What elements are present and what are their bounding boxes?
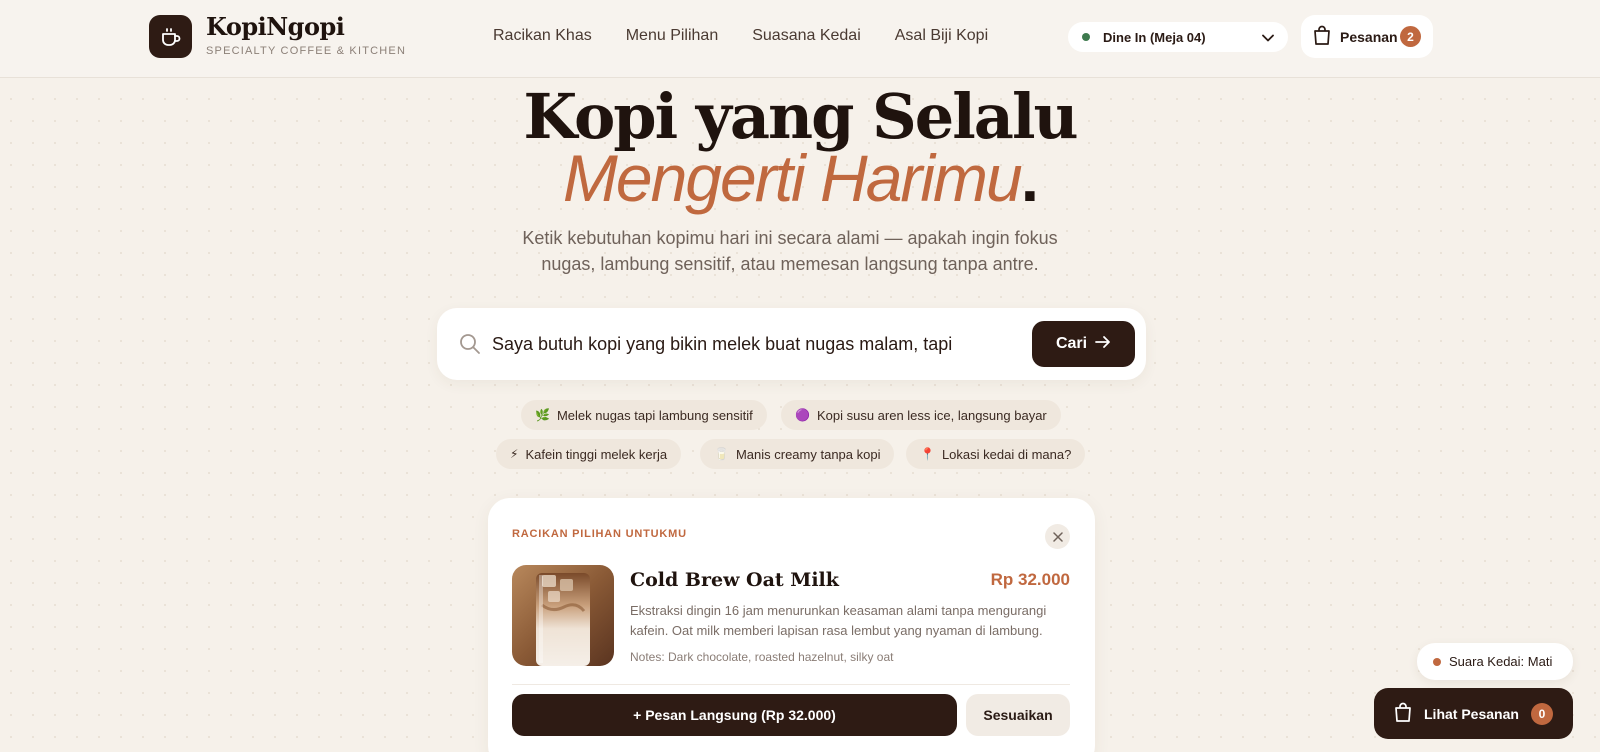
product-description: Ekstraksi dingin 16 jam menurunkan keasa… xyxy=(630,603,1047,638)
product-notes: Notes: Dark chocolate, roasted hazelnut,… xyxy=(630,650,894,664)
cart-label: Pesanan xyxy=(1340,28,1398,45)
search-bar: Cari xyxy=(437,308,1146,380)
suggestion-chip[interactable]: 📍 Lokasi kedai di mana? xyxy=(906,439,1086,469)
shopping-bag-icon xyxy=(1313,25,1331,48)
main-nav: Racikan Khas Menu Pilihan Suasana Kedai … xyxy=(493,27,988,45)
recommendation-card: RACIKAN PILIHAN UNTUKMU Cold Brew Oat Mi… xyxy=(488,498,1095,752)
suggestion-chip[interactable]: ⚡ Kafein tinggi melek kerja xyxy=(496,439,682,469)
purple-circle-icon: 🟣 xyxy=(795,408,810,422)
dine-in-selected-value: Dine In (Meja 04) xyxy=(1103,29,1206,45)
view-orders-button[interactable]: Lihat Pesanan 0 xyxy=(1374,688,1573,739)
close-icon[interactable] xyxy=(1045,524,1070,549)
suggestion-chip-label: Kopi susu aren less ice, langsung bayar xyxy=(816,407,1047,423)
coffee-cup-logo-icon[interactable] xyxy=(149,15,192,58)
hero-subtitle: Mengerti Harimu. xyxy=(0,140,1600,216)
nav-item-asal-biji-kopi[interactable]: Asal Biji Kopi xyxy=(895,27,988,45)
nav-item-racikan-khas[interactable]: Racikan Khas xyxy=(493,27,592,45)
card-divider xyxy=(512,684,1070,685)
table-status-dot xyxy=(1082,33,1090,41)
nav-item-suasana-kedai[interactable]: Suasana Kedai xyxy=(752,27,861,45)
search-input[interactable] xyxy=(492,330,952,358)
location-pin-icon: 📍 xyxy=(920,447,935,461)
search-button-label: Cari xyxy=(1055,335,1088,352)
shop-sound-toggle[interactable]: Suara Kedai: Mati xyxy=(1417,643,1573,680)
suggestion-chip-label: Melek nugas tapi lambung sensitif xyxy=(556,407,753,423)
brand-name[interactable]: KopiNgopi xyxy=(206,12,345,41)
suggestion-chip[interactable]: 🟣 Kopi susu aren less ice, langsung baya… xyxy=(781,400,1061,430)
dine-in-table-select[interactable]: Dine In (Meja 04) xyxy=(1068,22,1288,52)
hero-subtitle-text: Mengerti Harimu xyxy=(562,141,1023,215)
suggestion-chip-label: Manis creamy tanpa kopi xyxy=(735,446,881,462)
chevron-down-icon xyxy=(1262,30,1274,45)
suggestion-chip[interactable]: 🌿 Melek nugas tapi lambung sensitif xyxy=(521,400,767,430)
arrow-right-icon xyxy=(1095,335,1111,354)
sound-toggle-label: Suara Kedai: Mati xyxy=(1449,654,1553,669)
search-button[interactable]: Cari xyxy=(1032,321,1135,367)
shopping-bag-icon xyxy=(1394,702,1412,725)
leaf-icon: 🌿 xyxy=(535,408,550,422)
suggestion-chip[interactable]: 🥛 Manis creamy tanpa kopi xyxy=(700,439,895,469)
nav-item-menu-pilihan[interactable]: Menu Pilihan xyxy=(626,27,719,45)
lightning-icon: ⚡ xyxy=(510,447,519,461)
product-name: Cold Brew Oat Milk xyxy=(630,569,839,591)
search-icon xyxy=(459,333,481,360)
hero-title-dot: . xyxy=(1020,141,1039,215)
top-header: KopiNgopi SPECIALTY COFFEE & KITCHEN Rac… xyxy=(0,0,1600,78)
cart-count-badge: 2 xyxy=(1400,26,1421,47)
milk-icon: 🥛 xyxy=(714,447,729,461)
hero-description: Ketik kebutuhan kopimu hari ini secara a… xyxy=(522,228,1058,274)
product-image xyxy=(512,565,614,666)
suggestion-chip-label: Lokasi kedai di mana? xyxy=(941,446,1072,462)
order-now-button[interactable]: + Pesan Langsung (Rp 32.000) xyxy=(512,694,957,736)
recommendation-kicker: RACIKAN PILIHAN UNTUKMU xyxy=(512,528,687,540)
brand-tagline: SPECIALTY COFFEE & KITCHEN xyxy=(206,45,407,57)
product-price: Rp 32.000 xyxy=(990,570,1070,589)
cart-button[interactable]: Pesanan 2 xyxy=(1301,15,1433,58)
sound-status-dot xyxy=(1433,657,1441,666)
customize-button[interactable]: Sesuaikan xyxy=(966,694,1070,736)
suggestion-chip-label: Kafein tinggi melek kerja xyxy=(525,446,668,462)
view-orders-count-badge: 0 xyxy=(1531,702,1553,725)
view-orders-label: Lihat Pesanan xyxy=(1424,705,1519,722)
